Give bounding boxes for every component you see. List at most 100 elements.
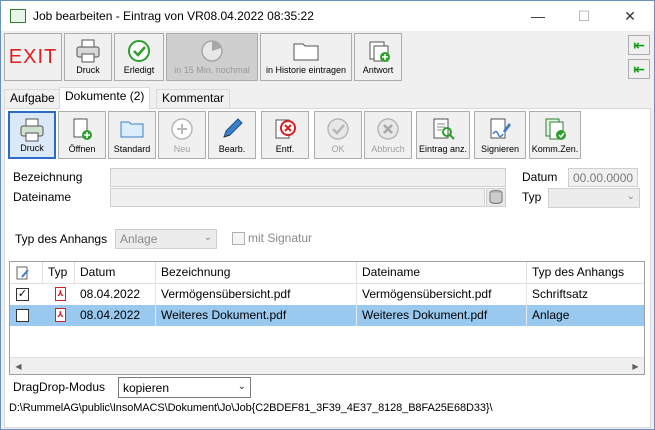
pdf-icon: ⅄	[55, 287, 66, 301]
anhang-combo-value: Anlage	[120, 232, 158, 246]
snooze-button-label: in 15 Min. nochmal	[174, 65, 250, 75]
dateiname-field[interactable]	[110, 188, 485, 207]
cell-anhang: Anlage	[532, 308, 570, 322]
table-row[interactable]: ✓ ⅄ 08.04.2022 Vermögensübersicht.pdf Ve…	[10, 284, 644, 305]
snooze-button[interactable]: in 15 Min. nochmal	[166, 33, 258, 81]
title-bar: Job bearbeiten - Eintrag von VR08.04.202…	[1, 1, 654, 31]
reply-button[interactable]: Antwort	[354, 33, 402, 81]
folder-icon	[120, 121, 144, 138]
row-checkbox[interactable]: ✓	[16, 288, 29, 301]
typ-combo[interactable]: ⌄	[548, 188, 640, 208]
cell-bezeichnung: Weiteres Dokument.pdf	[156, 305, 357, 326]
dragdrop-combo-value: kopieren	[123, 381, 170, 395]
tab-kommentar[interactable]: Kommentar	[156, 89, 231, 108]
documents-toolbar: Druck Öffnen Standard Neu Bearb. Entf. O…	[5, 111, 650, 161]
close-button[interactable]: ✕	[607, 1, 653, 31]
document-search-icon	[433, 118, 455, 140]
signature-icon	[490, 118, 511, 139]
doc-print-button[interactable]: Druck	[8, 111, 56, 159]
cell-bezeichnung: Vermögensübersicht.pdf	[156, 284, 357, 305]
tab-aufgabe[interactable]: Aufgabe	[4, 89, 61, 108]
maximize-button[interactable]: ☐	[561, 1, 607, 31]
doc-standard-button[interactable]: Standard	[108, 111, 156, 159]
document-check-icon	[545, 118, 566, 140]
doc-standard-label: Standard	[113, 144, 151, 154]
open-document-icon	[73, 118, 92, 140]
column-header-typ[interactable]: Typ	[43, 262, 75, 284]
cell-dateiname: Vermögensübersicht.pdf	[357, 284, 527, 305]
table-row[interactable]: ⅄ 08.04.2022 Weiteres Dokument.pdf Weite…	[10, 305, 644, 326]
dateiname-label: Dateiname	[13, 190, 72, 204]
doc-komm-zen-button[interactable]: Komm.Zen.	[529, 111, 581, 159]
doc-open-button[interactable]: Öffnen	[58, 111, 106, 159]
bezeichnung-field[interactable]	[110, 168, 506, 187]
anhang-combo[interactable]: Anlage ⌄	[115, 229, 217, 249]
doc-ok-button[interactable]: OK	[314, 111, 362, 159]
doc-edit-label: Bearb.	[218, 144, 246, 154]
column-header-bezeichnung[interactable]: Bezeichnung	[156, 262, 357, 284]
job-edit-window: Job bearbeiten - Eintrag von VR08.04.202…	[0, 0, 655, 430]
column-header-anhang[interactable]: Typ des Anhangs	[527, 262, 644, 284]
row-checkbox[interactable]	[16, 309, 29, 322]
cancel-icon	[377, 118, 399, 140]
history-button[interactable]: in Historie eintragen	[260, 33, 352, 81]
minimize-button[interactable]: —	[515, 1, 561, 31]
doc-delete-button[interactable]: Entf.	[261, 111, 309, 159]
anhang-label: Typ des Anhangs	[15, 232, 108, 246]
doc-cancel-label: Abbruch	[371, 144, 405, 154]
check-circle-icon	[128, 40, 150, 62]
arrow-left-bar-icon: ⇤	[633, 37, 645, 53]
scroll-right-icon[interactable]: ▶	[627, 358, 644, 374]
printer-icon	[20, 118, 44, 142]
main-toolbar: EXIT Druck Erledigt in 15 Min. nochmal i…	[1, 31, 654, 85]
tab-dokumente[interactable]: Dokumente (2)	[59, 87, 151, 109]
doc-edit-button[interactable]: Bearb.	[208, 111, 256, 159]
signatur-checkbox[interactable]	[232, 232, 245, 245]
scroll-left-icon[interactable]: ◀	[10, 358, 27, 374]
doc-new-label: Neu	[173, 144, 191, 154]
documents-grid: Typ Datum Bezeichnung Dateiname Typ des …	[9, 261, 645, 375]
arrow-left-bar-icon: ⇤	[633, 61, 645, 77]
app-icon	[10, 9, 26, 23]
cell-anhang: Schriftsatz	[532, 287, 589, 301]
horizontal-scrollbar[interactable]: ◀ ▶	[10, 357, 644, 374]
dragdrop-combo[interactable]: kopieren ⌄	[118, 377, 251, 398]
exit-button[interactable]: EXIT	[4, 33, 62, 81]
doc-open-label: Öffnen	[68, 144, 96, 154]
select-all-header[interactable]	[10, 262, 43, 284]
tab-strip: Aufgabe Dokumente (2) Kommentar	[1, 87, 654, 109]
printer-icon	[76, 39, 100, 63]
doc-komm-zen-label: Komm.Zen.	[531, 144, 579, 154]
doc-sign-button[interactable]: Signieren	[474, 111, 526, 159]
typ-label: Typ	[522, 190, 542, 204]
document-path: D:\RummelAG\public\InsoMACS\Dokument\Jo\…	[9, 402, 493, 414]
chevron-down-icon: ⌄	[237, 381, 246, 392]
cell-datum: 08.04.2022	[75, 305, 156, 326]
reply-icon	[369, 41, 390, 62]
clock-icon	[201, 40, 223, 62]
pencil-icon	[223, 118, 243, 138]
history-button-label: in Historie eintragen	[265, 65, 347, 75]
browse-file-button[interactable]	[486, 188, 506, 207]
database-icon	[489, 190, 503, 204]
delete-icon	[275, 119, 296, 139]
column-header-datum[interactable]: Datum	[75, 262, 156, 284]
doc-show-entry-button[interactable]: Eintrag anz.	[416, 111, 470, 159]
cell-dateiname: Weiteres Dokument.pdf	[357, 305, 527, 326]
column-header-dateiname[interactable]: Dateiname	[357, 262, 527, 284]
first-record-button[interactable]: ⇤	[628, 35, 650, 55]
doc-ok-label: OK	[331, 144, 345, 154]
plus-circle-icon	[171, 118, 193, 140]
grid-header: Typ Datum Bezeichnung Dateiname Typ des …	[10, 262, 644, 284]
print-button-label: Druck	[76, 65, 100, 75]
reply-button-label: Antwort	[362, 65, 394, 75]
documents-panel: Druck Öffnen Standard Neu Bearb. Entf. O…	[4, 108, 651, 428]
doc-new-button[interactable]: Neu	[158, 111, 206, 159]
bezeichnung-label: Bezeichnung	[13, 170, 83, 184]
doc-cancel-button[interactable]: Abbruch	[364, 111, 412, 159]
print-button[interactable]: Druck	[64, 33, 112, 81]
done-button[interactable]: Erledigt	[114, 33, 164, 81]
datum-field[interactable]: 00.00.0000	[568, 168, 638, 187]
previous-record-button[interactable]: ⇤	[628, 59, 650, 79]
cell-datum: 08.04.2022	[75, 284, 156, 305]
